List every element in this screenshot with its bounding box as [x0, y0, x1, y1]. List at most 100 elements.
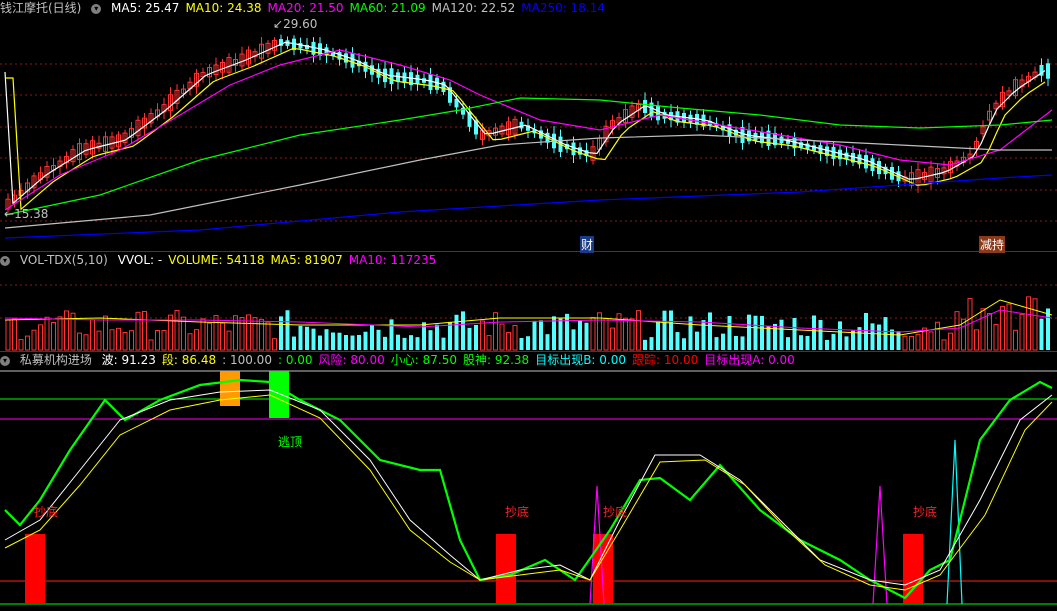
bottom-signal-bar — [496, 534, 516, 604]
volume-bar — [161, 330, 167, 351]
volume-bar — [331, 332, 335, 350]
volume-bar — [603, 317, 609, 351]
volume-bar — [526, 336, 530, 350]
volume-bar — [578, 320, 582, 350]
bottom-signal-bar — [25, 534, 45, 604]
volume-bar — [831, 333, 836, 350]
volume-bar — [272, 338, 277, 351]
volume-bar — [181, 316, 186, 351]
volume-bar — [285, 310, 290, 350]
volume-bar — [1013, 329, 1018, 351]
volume-bar — [357, 334, 361, 350]
volume-bar — [851, 330, 855, 350]
volume-bar — [675, 332, 680, 350]
volume-bar — [558, 318, 563, 350]
high-price-marker: ↙29.60 — [273, 17, 318, 31]
volume-bar — [64, 310, 69, 351]
volume-bar — [207, 322, 212, 351]
volume-bar — [90, 319, 95, 351]
volume-bar — [305, 326, 309, 350]
volume-bar — [610, 327, 615, 351]
volume-bar — [545, 334, 550, 350]
top-signal-label: 逃顶 — [278, 435, 303, 449]
ma120-line — [4, 134, 1052, 229]
volume-bar — [480, 320, 485, 351]
bottom-signal-label: 抄底 — [913, 505, 938, 519]
candle-body — [519, 121, 524, 129]
volume-bar — [571, 329, 576, 350]
volume-bar — [389, 319, 394, 350]
volume-bar — [25, 335, 30, 351]
segment-line — [4, 394, 1053, 591]
candle-body — [1046, 63, 1050, 79]
volume-bar — [629, 318, 635, 351]
volume-bar — [987, 313, 992, 351]
volume-bar — [383, 336, 387, 350]
volume-bar — [643, 339, 647, 350]
volume-bar — [786, 337, 790, 350]
candle-body — [428, 74, 433, 91]
volume-bar — [12, 318, 17, 351]
volume-bar — [31, 329, 37, 351]
volume-bar — [584, 322, 589, 350]
volume-bar — [187, 333, 193, 351]
volume-bar — [519, 338, 524, 350]
volume-bar — [539, 320, 543, 350]
volume-ma10-line — [4, 309, 1053, 333]
volume-bar — [129, 330, 134, 351]
low-price-marker: ←15.38 — [4, 207, 49, 221]
volume-bar — [506, 332, 511, 351]
stock-god-line — [4, 378, 1053, 600]
volume-bar — [915, 334, 921, 351]
volume-bar — [324, 329, 329, 350]
volume-bar — [766, 325, 771, 350]
volume-bar — [337, 332, 342, 350]
volume-bar — [941, 339, 947, 351]
volume-bar — [877, 324, 881, 350]
volume-bar — [376, 329, 381, 350]
volume-bar — [532, 320, 537, 350]
candle-body — [344, 53, 348, 63]
volume-bar — [695, 331, 699, 350]
volume-bar — [896, 331, 901, 350]
volume-bar — [220, 322, 225, 351]
volume-bar — [435, 324, 439, 350]
volume-bar — [311, 328, 316, 350]
volume-bar — [246, 314, 251, 351]
volume-bar — [116, 327, 121, 351]
volume-bar — [779, 319, 784, 350]
volume-bar — [747, 314, 751, 350]
volume-bar — [415, 337, 420, 350]
volume-bar — [799, 335, 803, 350]
volume-bar — [1039, 318, 1044, 350]
volume-bar — [662, 310, 667, 350]
ma5-line — [4, 41, 1046, 205]
volume-bar — [428, 330, 433, 350]
volume-bar — [499, 323, 505, 351]
event-tag-reduce[interactable]: 减持 — [979, 236, 1006, 253]
volume-bar — [1032, 298, 1038, 351]
event-tag-finance[interactable]: 财 — [580, 236, 595, 253]
volume-bar — [812, 315, 816, 350]
volume-bar — [103, 315, 108, 351]
volume-bar — [344, 335, 348, 350]
volume-bar — [155, 330, 160, 351]
volume-bar — [200, 318, 206, 351]
volume-bar — [1026, 296, 1031, 351]
volume-bar — [486, 335, 492, 351]
bottom-signal-label: 抄底 — [505, 505, 530, 519]
volume-bar — [721, 333, 725, 350]
volume-bar — [461, 311, 465, 350]
volume-bar — [818, 319, 823, 350]
volume-bar — [825, 339, 829, 350]
volume-bar — [1019, 313, 1025, 351]
volume-bar — [714, 337, 719, 350]
volume-bar — [669, 310, 673, 350]
volume-bar — [980, 308, 986, 351]
volume-bar — [753, 315, 758, 350]
volume-bar — [701, 320, 706, 350]
volume-bar — [454, 314, 459, 350]
candle-body — [350, 52, 355, 68]
volume-bar — [590, 316, 596, 351]
volume-bar — [194, 329, 199, 351]
